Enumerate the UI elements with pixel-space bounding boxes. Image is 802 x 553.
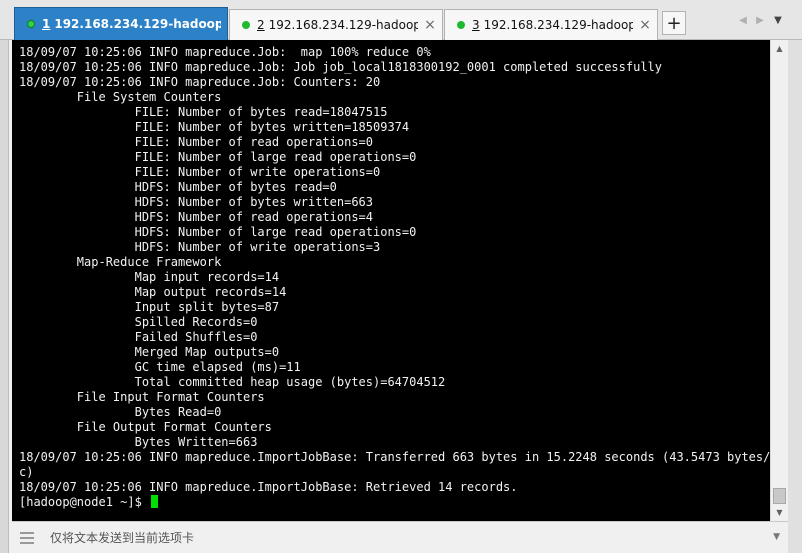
- window-right-edge: [788, 40, 802, 553]
- terminal-line: Map-Reduce Framework: [19, 255, 222, 269]
- terminal-line: FILE: Number of bytes written=18509374: [19, 120, 410, 134]
- send-text-bar[interactable]: 仅将文本发送到当前选项卡 ▼: [12, 521, 788, 553]
- add-tab-button[interactable]: +: [662, 11, 686, 35]
- terminal-line: Map input records=14: [19, 270, 280, 284]
- terminal-line: HDFS: Number of bytes read=0: [19, 180, 337, 194]
- terminal-line: Input split bytes=87: [19, 300, 280, 314]
- terminal-line: HDFS: Number of read operations=4: [19, 210, 374, 224]
- tab-scroll-left-icon[interactable]: ◀: [737, 14, 749, 28]
- terminal-output[interactable]: 18/09/07 10:25:06 INFO mapreduce.Job: ma…: [12, 40, 788, 521]
- connected-status-icon: [242, 21, 250, 29]
- terminal-line: File System Counters: [19, 90, 222, 104]
- tab-list-dropdown-icon[interactable]: ▼: [772, 14, 784, 28]
- prompt-line: [hadoop@node1 ~]$: [19, 495, 788, 510]
- terminal-line: Bytes Written=663: [19, 435, 258, 449]
- terminal-line: Bytes Read=0: [19, 405, 222, 419]
- terminal-line: 18/09/07 10:25:06 INFO mapreduce.ImportJ…: [19, 450, 785, 464]
- terminal-line: 18/09/07 10:25:06 INFO mapreduce.ImportJ…: [19, 480, 518, 494]
- menu-icon[interactable]: [20, 528, 40, 548]
- shell-prompt: [hadoop@node1 ~]$: [19, 495, 150, 509]
- terminal-line: HDFS: Number of bytes written=663: [19, 195, 374, 209]
- terminal-line: Spilled Records=0: [19, 315, 258, 329]
- terminal-line: 18/09/07 10:25:06 INFO mapreduce.Job: Co…: [19, 75, 381, 89]
- terminal-line: File Output Format Counters: [19, 420, 272, 434]
- tab-scroll-right-icon[interactable]: ▶: [754, 14, 766, 28]
- text-cursor: [151, 495, 159, 508]
- tab-session-2[interactable]: 2192.168.234.129-hadoop-no ×: [229, 9, 443, 40]
- scroll-down-icon[interactable]: ▼: [771, 504, 788, 521]
- terminal-line: 18/09/07 10:25:06 INFO mapreduce.Job: ma…: [19, 45, 431, 59]
- terminal-line: FILE: Number of large read operations=0: [19, 150, 417, 164]
- terminal-line: Failed Shuffles=0: [19, 330, 258, 344]
- tab-label: 2192.168.234.129-hadoop-no: [257, 18, 418, 32]
- terminal-lines: 18/09/07 10:25:06 INFO mapreduce.Job: ma…: [19, 45, 788, 495]
- terminal-line: GC time elapsed (ms)=11: [19, 360, 301, 374]
- connected-status-icon: [27, 20, 35, 28]
- terminal-line: Total committed heap usage (bytes)=64704…: [19, 375, 446, 389]
- tab-bar: 1 192.168.234.129-hadoop-n 2 192.168.234.1…: [0, 0, 802, 40]
- terminal-line: c): [19, 465, 34, 479]
- close-icon[interactable]: ×: [639, 18, 651, 32]
- terminal-scrollbar[interactable]: ▲ ▼: [770, 40, 788, 521]
- terminal-line: FILE: Number of bytes read=18047515: [19, 105, 388, 119]
- tab-session-3[interactable]: 3192.168.234.129-hadoop-no ×: [444, 9, 658, 40]
- terminal-line: FILE: Number of write operations=0: [19, 165, 381, 179]
- terminal-line: FILE: Number of read operations=0: [19, 135, 374, 149]
- scrollbar-thumb[interactable]: [773, 488, 786, 504]
- connected-status-icon: [457, 21, 465, 29]
- terminal-line: File Input Format Counters: [19, 390, 265, 404]
- terminal-line: HDFS: Number of write operations=3: [19, 240, 381, 254]
- close-icon[interactable]: ×: [424, 18, 436, 32]
- terminal-line: 18/09/07 10:25:06 INFO mapreduce.Job: Jo…: [19, 60, 662, 74]
- tab-label: 3192.168.234.129-hadoop-no: [472, 18, 633, 32]
- terminal-line: HDFS: Number of large read operations=0: [19, 225, 417, 239]
- send-text-input[interactable]: 仅将文本发送到当前选项卡: [50, 529, 194, 546]
- terminal-line: Merged Map outputs=0: [19, 345, 280, 359]
- tab-session-1[interactable]: 1 192.168.234.129-hadoop-n: [14, 7, 228, 40]
- scroll-up-icon[interactable]: ▲: [771, 40, 788, 57]
- tab-label: 1 192.168.234.129-hadoop-n: [42, 17, 221, 31]
- window-left-edge: [0, 0, 9, 553]
- chevron-down-icon[interactable]: ▼: [773, 532, 780, 542]
- terminal-line: Map output records=14: [19, 285, 287, 299]
